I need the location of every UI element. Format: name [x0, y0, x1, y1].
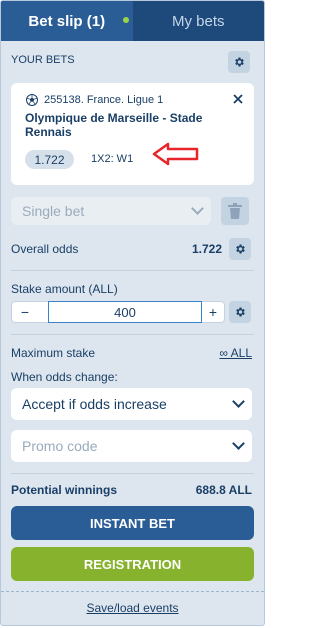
tab-bar: Bet slip (1) My bets: [1, 1, 264, 41]
divider: [11, 473, 254, 474]
divider: [11, 270, 254, 271]
stake-stepper: − 400 +: [11, 301, 225, 323]
your-bets-settings-button[interactable]: [228, 51, 250, 73]
gear-icon: [236, 244, 245, 254]
potential-winnings-label: Potential winnings: [11, 483, 118, 497]
trash-icon: [228, 203, 242, 219]
footer-divider: [1, 591, 264, 592]
odds-change-label: When odds change:: [11, 370, 118, 384]
maximum-stake-link[interactable]: ∞ ALL: [219, 346, 252, 360]
odds-change-select[interactable]: Accept if odds increase: [11, 388, 252, 420]
tab-my-bets-label: My bets: [171, 12, 225, 30]
gear-icon: [236, 307, 245, 317]
overall-odds-label: Overall odds: [11, 242, 79, 256]
event-id: 255138. France. Ligue 1: [44, 94, 164, 106]
save-load-events-link[interactable]: Save/load events: [1, 601, 264, 615]
bet-slip-panel: Bet slip (1) My bets YOUR BETS 255138. F…: [0, 0, 265, 626]
soccer-ball-icon: [26, 94, 38, 106]
overall-odds-value: 1.722: [191, 242, 222, 256]
remove-bet-button[interactable]: [231, 92, 245, 106]
stake-increase-button[interactable]: +: [202, 302, 224, 322]
registration-button[interactable]: REGISTRATION: [11, 547, 254, 581]
tab-bet-slip[interactable]: Bet slip (1): [1, 1, 133, 41]
your-bets-heading: YOUR BETS: [11, 54, 75, 66]
notification-dot: [122, 17, 129, 23]
bet-type-select[interactable]: Single bet: [11, 197, 211, 225]
close-icon: [233, 94, 243, 104]
potential-winnings-value: 688.8 ALL: [195, 483, 252, 497]
bet-card: 255138. France. Ligue 1 Olympique de Mar…: [11, 83, 254, 185]
chevron-down-icon: [232, 395, 245, 408]
tab-my-bets[interactable]: My bets: [133, 1, 265, 41]
chevron-down-icon: [191, 202, 204, 215]
bet-market: 1X2: W1: [91, 153, 134, 165]
red-arrow-annotation-icon: [152, 142, 199, 166]
divider: [11, 334, 254, 335]
chevron-down-icon: [232, 437, 245, 450]
stake-input[interactable]: 400: [48, 301, 202, 323]
gear-icon: [235, 57, 244, 67]
odds-settings-button[interactable]: [229, 238, 251, 260]
stake-settings-button[interactable]: [229, 301, 251, 323]
stake-decrease-button[interactable]: −: [14, 302, 36, 322]
odds-change-value: Accept if odds increase: [22, 396, 167, 412]
maximum-stake-label: Maximum stake: [11, 346, 96, 360]
match-name: Olympique de Marseille - Stade Rennais: [25, 111, 203, 139]
bet-type-value: Single bet: [22, 203, 85, 219]
bet-odds-badge: 1.722: [25, 150, 74, 169]
promo-code-placeholder: Promo code: [22, 438, 98, 454]
stake-label: Stake amount (ALL): [11, 282, 118, 296]
tab-bet-slip-label: Bet slip (1): [28, 12, 106, 30]
promo-code-select[interactable]: Promo code: [11, 430, 252, 462]
instant-bet-button[interactable]: INSTANT BET: [11, 506, 254, 540]
delete-button[interactable]: [221, 197, 249, 225]
